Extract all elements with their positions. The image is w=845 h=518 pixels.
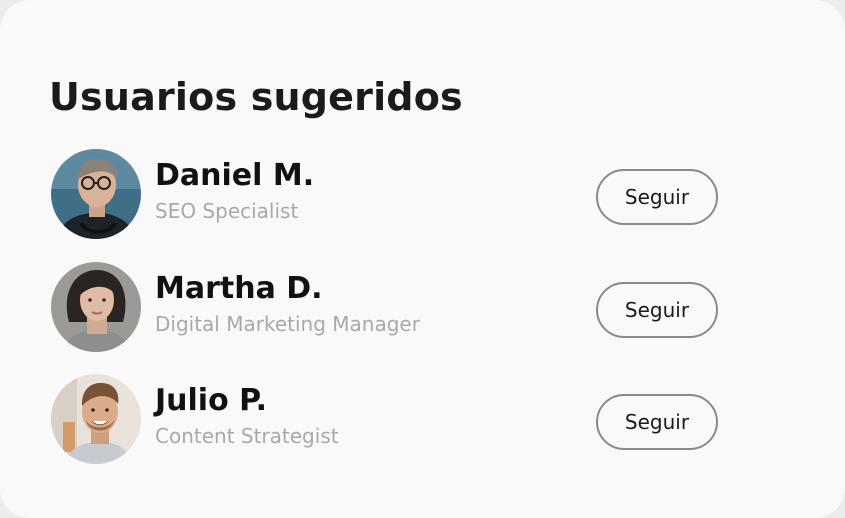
avatar-martha[interactable]: [51, 262, 141, 352]
user-name: Daniel M.: [155, 158, 315, 193]
user-name: Julio P.: [155, 383, 268, 418]
follow-button-daniel[interactable]: Seguir: [596, 169, 718, 225]
user-name: Martha D.: [155, 271, 323, 306]
avatar-image-daniel: [51, 149, 141, 239]
avatar-image-julio: [51, 374, 141, 464]
avatar-image-martha: [51, 262, 141, 352]
suggested-users-card: Usuarios sugeridos Daniel M. SEO Special…: [0, 0, 845, 518]
list-item-user-daniel: Daniel M. SEO Specialist Seguir: [0, 149, 845, 241]
list-item-user-martha: Martha D. Digital Marketing Manager Segu…: [0, 262, 845, 354]
user-role: Digital Marketing Manager: [155, 312, 420, 336]
suggested-users-list: Daniel M. SEO Specialist Seguir Martha D…: [0, 0, 845, 518]
user-role: Content Strategist: [155, 424, 339, 448]
follow-button-julio[interactable]: Seguir: [596, 394, 718, 450]
follow-button-martha[interactable]: Seguir: [596, 282, 718, 338]
user-role: SEO Specialist: [155, 199, 299, 223]
avatar-julio[interactable]: [51, 374, 141, 464]
list-item-user-julio: Julio P. Content Strategist Seguir: [0, 374, 845, 466]
avatar-daniel[interactable]: [51, 149, 141, 239]
